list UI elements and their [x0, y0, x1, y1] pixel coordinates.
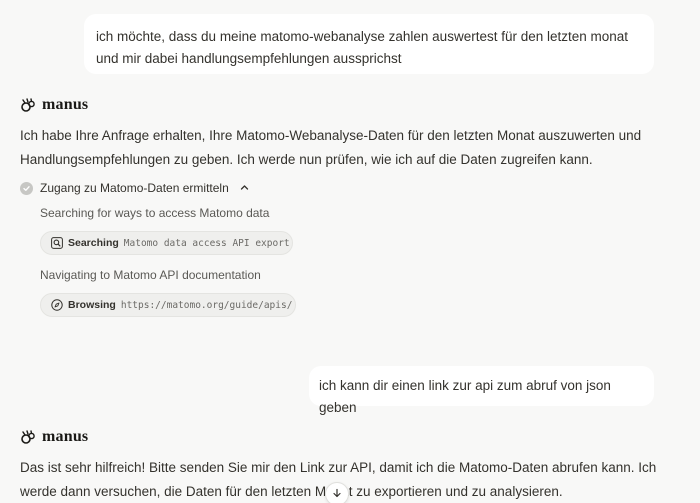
agent-message-text: Ich habe Ihre Anfrage erhalten, Ihre Mat…	[20, 128, 642, 167]
manus-logo-icon	[20, 97, 36, 113]
user-message-text: ich kann dir einen link zur api zum abru…	[319, 378, 611, 415]
user-message-text: ich möchte, dass du meine matomo-webanal…	[96, 29, 629, 66]
arrow-down-icon	[332, 485, 342, 503]
agent-header: manus	[20, 428, 88, 446]
step-toggle[interactable]: Zugang zu Matomo-Daten ermitteln	[20, 181, 249, 195]
tool-argument: Matomo data access API export	[123, 237, 290, 249]
tool-argument: https://matomo.org/guide/apis/	[120, 299, 293, 311]
scroll-to-bottom-button[interactable]	[325, 482, 349, 503]
tool-action: Searching	[68, 237, 119, 249]
substep-label: Navigating to Matomo API documentation	[40, 268, 261, 282]
tool-call-chip[interactable]: Browsing https://matomo.org/guide/apis/	[40, 293, 296, 317]
check-circle-icon	[20, 181, 33, 195]
agent-name: manus	[42, 428, 89, 445]
tool-call-chip[interactable]: Searching Matomo data access API export	[40, 231, 293, 255]
manus-logo-icon	[20, 429, 36, 445]
chevron-up-icon[interactable]	[240, 181, 249, 195]
substep-label: Searching for ways to access Matomo data	[40, 206, 270, 220]
compass-icon	[51, 299, 63, 311]
user-message-bubble: ich möchte, dass du meine matomo-webanal…	[84, 14, 654, 74]
agent-name: manus	[42, 96, 89, 113]
agent-message-text: Das ist sehr hilfreich! Bitte senden Sie…	[20, 460, 657, 499]
agent-header: manus	[20, 96, 88, 114]
tool-action: Browsing	[68, 299, 116, 311]
user-message-bubble: ich kann dir einen link zur api zum abru…	[309, 366, 654, 415]
step-title: Zugang zu Matomo-Daten ermitteln	[40, 181, 229, 195]
search-icon	[51, 237, 63, 249]
